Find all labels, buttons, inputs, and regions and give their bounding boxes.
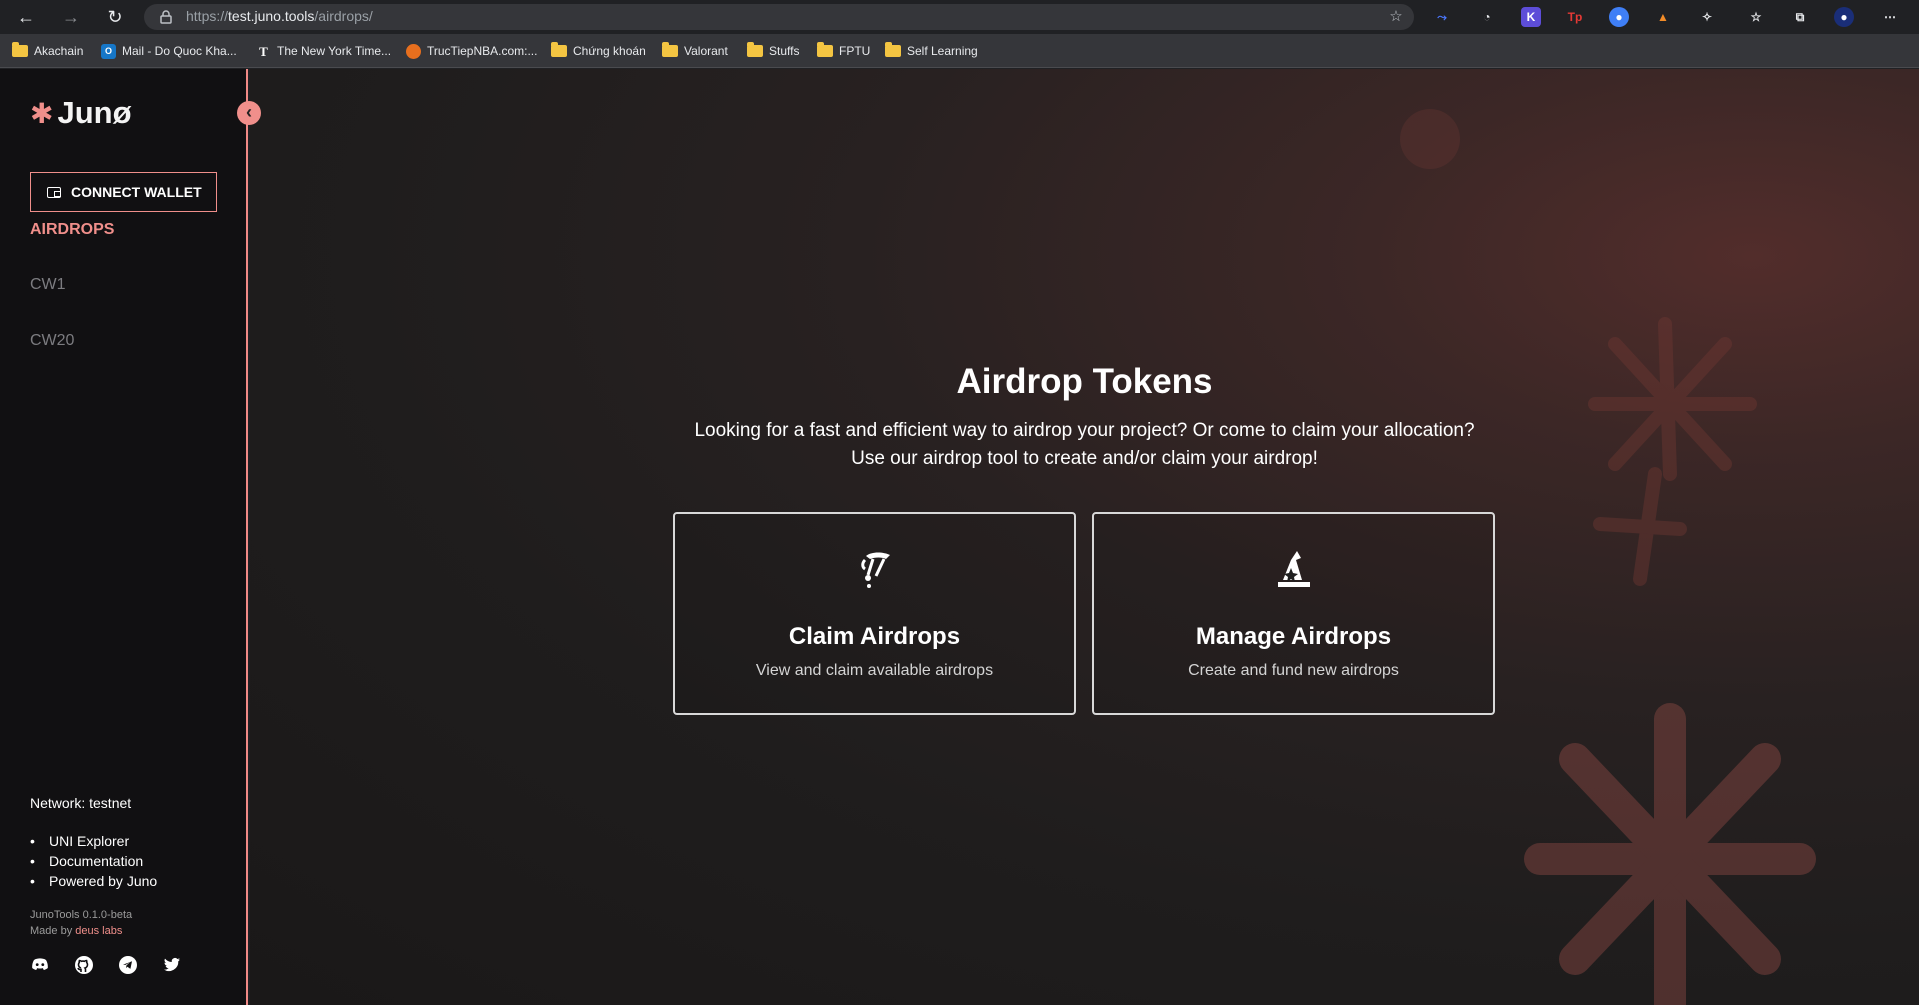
bookmark-tructiepnba[interactable]: TrucTiepNBA.com:... xyxy=(406,41,537,61)
bookmark-label: FPTU xyxy=(839,44,871,58)
nav-airdrops[interactable]: AIRDROPS xyxy=(30,221,114,239)
favorites-icon[interactable]: ☆ xyxy=(1746,7,1766,27)
made-by-prefix: Made by xyxy=(30,925,76,937)
outlook-icon: O xyxy=(101,43,116,59)
browser-toolbar: ← → ↻ https://test.juno.tools/airdrops/ … xyxy=(0,0,1919,34)
decorative-dot-icon xyxy=(1400,109,1460,169)
connect-wallet-button[interactable]: CONNECT WALLET xyxy=(30,172,217,212)
github-icon[interactable] xyxy=(74,955,94,975)
folder-icon xyxy=(12,42,28,57)
nyt-icon: T xyxy=(259,43,268,59)
claim-airdrops-title: Claim Airdrops xyxy=(788,623,961,650)
folder-icon xyxy=(747,42,763,57)
telegram-icon[interactable] xyxy=(118,955,138,975)
extension-icon-1[interactable]: ◔ xyxy=(1477,7,1497,27)
url-path: /airdrops/ xyxy=(314,8,373,24)
version-label: JunoTools 0.1.0-beta xyxy=(30,909,133,921)
twitter-icon[interactable] xyxy=(162,955,182,975)
bookmark-valorant[interactable]: Valorant xyxy=(662,41,728,61)
manage-airdrops-subtitle: Create and fund new airdrops xyxy=(1188,662,1399,679)
network-label: Network: testnet xyxy=(30,795,132,811)
lock-icon xyxy=(160,10,172,24)
made-by: Made by deus labs xyxy=(30,923,132,939)
manage-airdrops-card[interactable]: Manage Airdrops Create and fund new aird… xyxy=(1092,512,1495,715)
subtitle-line-1: Looking for a fast and efficient way to … xyxy=(694,420,1475,441)
page-title: Airdrop Tokens xyxy=(956,362,1213,401)
back-arrow-icon[interactable]: ← xyxy=(14,6,38,28)
wizard-hat-icon xyxy=(1277,551,1310,587)
folder-icon xyxy=(551,42,567,57)
subtitle-line-2: Use our airdrop tool to create and/or cl… xyxy=(851,448,1318,469)
bookmark-label: Valorant xyxy=(684,44,728,58)
bookmark-fptu[interactable]: FPTU xyxy=(817,41,870,61)
collections-icon[interactable]: ⧉ xyxy=(1790,7,1810,27)
bookmark-label: Stuffs xyxy=(769,44,800,58)
main-content: Airdrop Tokens Looking for a fast and ef… xyxy=(250,69,1919,1005)
bookmark-akachain[interactable]: Akachain xyxy=(12,41,83,61)
folder-icon xyxy=(817,42,833,57)
reload-icon[interactable]: ↻ xyxy=(103,6,127,28)
address-url[interactable]: https://test.juno.tools/airdrops/ xyxy=(186,8,373,24)
profile-avatar-icon[interactable]: ● xyxy=(1834,7,1854,27)
documentation-link[interactable]: Documentation xyxy=(30,851,157,871)
juno-app: ✱ Junø CONNECT WALLET AIRDROPS CW1 CW20 … xyxy=(0,69,1919,1005)
nav-cw20[interactable]: CW20 xyxy=(30,332,74,350)
bookmark-label: Akachain xyxy=(34,44,84,58)
bookmark-label: Chứng khoán xyxy=(573,44,646,58)
favorite-star-icon[interactable]: ☆ xyxy=(1386,7,1406,27)
social-links xyxy=(30,955,182,975)
manage-airdrops-title: Manage Airdrops xyxy=(1195,623,1392,650)
bookmark-label: The New York Time... xyxy=(277,44,392,58)
bookmark-nyt[interactable]: T The New York Time... xyxy=(256,41,391,61)
version-info: JunoTools 0.1.0-beta Made by deus labs xyxy=(30,907,132,939)
chevron-left-icon: ‹ xyxy=(246,102,252,122)
forward-arrow-icon[interactable]: → xyxy=(59,6,83,28)
url-host: test.juno.tools xyxy=(228,8,315,24)
page-subtitle: Looking for a fast and efficient way to … xyxy=(250,417,1919,473)
bookmarks-bar: Akachain O Mail - Do Quoc Kha... T The N… xyxy=(0,34,1919,68)
address-bar[interactable]: https://test.juno.tools/airdrops/ ☆ xyxy=(144,4,1414,30)
folder-icon xyxy=(662,42,678,57)
claim-airdrops-card[interactable]: Claim Airdrops View and claim available … xyxy=(673,512,1076,715)
decorative-big-asterisk-icon xyxy=(1524,703,1816,1005)
sidebar: ✱ Junø CONNECT WALLET AIRDROPS CW1 CW20 … xyxy=(0,69,248,1005)
extension-bird-icon[interactable]: ⤳ xyxy=(1432,7,1452,27)
deus-labs-link[interactable]: deus labs xyxy=(75,925,122,937)
asterisk-logo-icon: ✱ xyxy=(30,97,54,129)
bookmark-stuffs[interactable]: Stuffs xyxy=(747,41,799,61)
more-menu-icon[interactable]: ⋯ xyxy=(1880,7,1900,27)
bookmark-label: Mail - Do Quoc Kha... xyxy=(122,44,237,58)
url-scheme: https:// xyxy=(186,8,229,24)
folder-icon xyxy=(885,42,901,57)
bookmark-mail[interactable]: O Mail - Do Quoc Kha... xyxy=(101,41,237,61)
bookmark-label: TrucTiepNBA.com:... xyxy=(427,44,538,58)
collapse-sidebar-button[interactable]: ‹ xyxy=(237,101,261,125)
juno-logo[interactable]: ✱ Junø xyxy=(30,95,132,131)
wallet-icon xyxy=(47,186,61,198)
extension-k-icon[interactable]: K xyxy=(1521,7,1541,27)
bookmark-chung-khoan[interactable]: Chứng khoán xyxy=(551,41,646,61)
logo-text: Junø xyxy=(57,95,132,130)
extension-globe-icon[interactable]: ● xyxy=(1609,7,1629,27)
extension-tp-icon[interactable]: Tp xyxy=(1565,7,1585,27)
uni-explorer-link[interactable]: UNI Explorer xyxy=(30,831,157,851)
discord-icon[interactable] xyxy=(30,955,50,975)
nav-cw1[interactable]: CW1 xyxy=(30,276,66,294)
claim-airdrops-subtitle: View and claim available airdrops xyxy=(755,662,994,679)
extension-fox-icon[interactable]: ▲ xyxy=(1653,7,1673,27)
bookmark-self-learning[interactable]: Self Learning xyxy=(885,41,978,61)
parachute-icon xyxy=(860,552,890,588)
footer-links: UNI Explorer Documentation Powered by Ju… xyxy=(30,831,157,891)
powered-by-juno-link[interactable]: Powered by Juno xyxy=(30,871,157,891)
bookmark-label: Self Learning xyxy=(907,44,978,58)
basketball-icon xyxy=(406,43,421,59)
puzzle-extensions-icon[interactable]: ✧ xyxy=(1697,7,1717,27)
connect-wallet-label: CONNECT WALLET xyxy=(71,184,202,200)
browser-window: ← → ↻ https://test.juno.tools/airdrops/ … xyxy=(0,0,1919,1005)
